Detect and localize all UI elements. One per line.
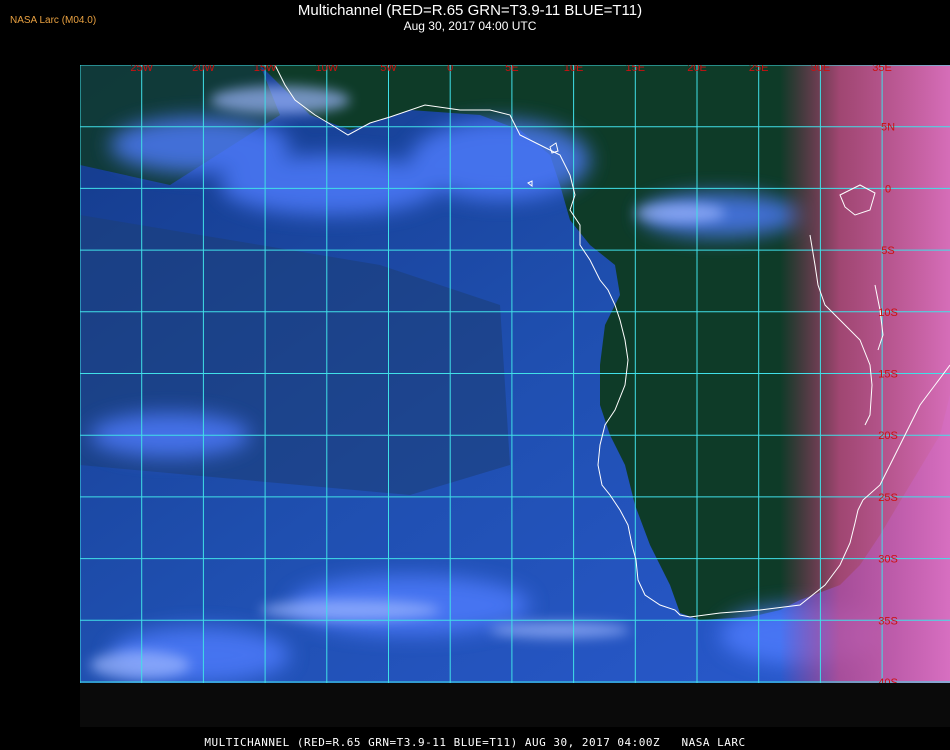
satellite-map: 25W 20W 15W 10W 5W 0 5E 10E 15E 20E 25E 30E 35E 5N 0 5S… [80,65,950,683]
longitude-label: 25E [749,65,769,74]
bottom-strip [80,683,950,727]
longitude-label: 10E [564,65,584,74]
longitude-label: 20W [192,65,215,74]
longitude-label: 25W [130,65,153,74]
latitude-label: 10S [878,307,898,319]
image-title: Multichannel (RED=R.65 GRN=T3.9-11 BLUE=… [297,2,643,19]
latitude-label: 25S [878,492,898,504]
latitude-label: 5N [881,122,895,134]
longitude-label: 35E [872,65,892,74]
latitude-label: 5S [881,245,894,257]
latitude-label: 20S [878,430,898,442]
latitude-label: 35S [878,615,898,627]
longitude-label: 15W [254,65,277,74]
longitude-label: 0 [447,65,453,74]
image-timestamp: Aug 30, 2017 04:00 UTC [403,19,537,33]
latitude-label: 30S [878,554,898,566]
longitude-label: 30E [811,65,831,74]
latitude-label: 0 [885,183,891,195]
latitude-label: 15S [878,369,898,381]
longitude-label: 10W [315,65,338,74]
longitude-label: 5E [505,65,518,74]
longitude-label: 20E [687,65,707,74]
grid-labels: 25W 20W 15W 10W 5W 0 5E 10E 15E 20E 25E 30E 35E 5N 0 5S… [130,65,898,683]
footer-caption: MULTICHANNEL (RED=R.65 GRN=T3.9-11 BLUE=… [204,736,746,749]
longitude-label: 15E [626,65,646,74]
longitude-label: 5W [380,65,397,74]
